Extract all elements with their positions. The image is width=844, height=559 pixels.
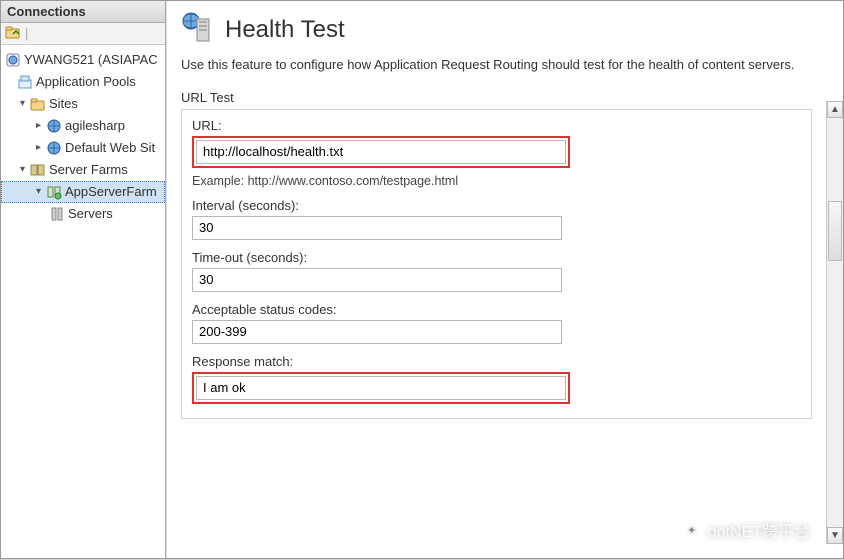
connections-title: Connections — [7, 4, 86, 19]
server-farm-icon — [30, 162, 46, 178]
expander-icon[interactable]: ▾ — [17, 99, 28, 110]
scroll-thumb[interactable] — [828, 201, 842, 261]
expander-icon[interactable]: ▸ — [33, 143, 44, 154]
status-codes-label: Acceptable status codes: — [192, 302, 801, 317]
tree-label: AppServerFarm — [65, 182, 157, 202]
status-codes-input[interactable] — [192, 320, 562, 344]
timeout-input[interactable] — [192, 268, 562, 292]
group-label-url-test: URL Test — [181, 90, 812, 105]
page-title: Health Test — [225, 16, 345, 44]
url-input[interactable] — [196, 140, 566, 164]
page-title-row: Health Test — [181, 11, 812, 48]
tree-label: Servers — [68, 204, 113, 224]
url-highlight — [192, 136, 570, 168]
app-window: Connections | YWANG521 (ASIAPAC Applicat… — [0, 0, 844, 559]
tree-label: Server Farms — [49, 160, 128, 180]
tree-label: Sites — [49, 94, 78, 114]
app-pools-icon — [17, 74, 33, 90]
expander-icon[interactable]: ▾ — [33, 187, 44, 198]
tree-node-servers[interactable]: Servers — [1, 203, 165, 225]
response-match-input[interactable] — [196, 376, 566, 400]
health-test-icon — [181, 11, 215, 48]
wechat-icon: ✦ — [682, 520, 702, 540]
expander-icon[interactable]: ▸ — [33, 121, 44, 132]
content-panel: Health Test Use this feature to configur… — [166, 1, 843, 558]
tree-label: YWANG521 (ASIAPAC — [24, 50, 158, 70]
response-highlight — [192, 372, 570, 404]
url-test-group: URL: Example: http://www.contoso.com/tes… — [181, 109, 812, 419]
response-match-label: Response match: — [192, 354, 801, 369]
page-description: Use this feature to configure how Applic… — [181, 56, 812, 74]
tree-node-site[interactable]: ▸ Default Web Sit — [1, 137, 165, 159]
tree-node-farm-selected[interactable]: ▾ AppServerFarm — [1, 181, 165, 203]
servers-icon — [49, 206, 65, 222]
globe-icon — [46, 118, 62, 134]
interval-label: Interval (seconds): — [192, 198, 801, 213]
connections-header: Connections — [1, 1, 165, 23]
server-icon — [5, 52, 21, 68]
folder-icon — [30, 96, 46, 112]
expander-icon[interactable]: ▾ — [17, 165, 28, 176]
folder-up-icon[interactable] — [5, 24, 21, 43]
url-example: Example: http://www.contoso.com/testpage… — [192, 174, 801, 188]
watermark-text: dotNET跨平台 — [708, 518, 810, 542]
tree-node-site[interactable]: ▸ agilesharp — [1, 115, 165, 137]
tree-node-app-pools[interactable]: Application Pools — [1, 71, 165, 93]
watermark: ✦ dotNET跨平台 — [682, 518, 810, 542]
connections-panel: Connections | YWANG521 (ASIAPAC Applicat… — [1, 1, 166, 558]
tree-label: agilesharp — [65, 116, 125, 136]
tree-node-root[interactable]: YWANG521 (ASIAPAC — [1, 49, 165, 71]
tree-node-server-farms[interactable]: ▾ Server Farms — [1, 159, 165, 181]
globe-icon — [46, 140, 62, 156]
toolbar-separator: | — [25, 26, 28, 41]
tree-label: Application Pools — [36, 72, 136, 92]
farm-icon — [46, 184, 62, 200]
scroll-down-button[interactable]: ▼ — [827, 527, 843, 544]
timeout-label: Time-out (seconds): — [192, 250, 801, 265]
vertical-scrollbar[interactable]: ▲ ▼ — [826, 101, 843, 544]
url-label: URL: — [192, 118, 801, 133]
connections-toolbar: | — [1, 23, 165, 45]
content-area: Health Test Use this feature to configur… — [167, 1, 826, 558]
tree-node-sites[interactable]: ▾ Sites — [1, 93, 165, 115]
tree-label: Default Web Sit — [65, 138, 155, 158]
scroll-up-button[interactable]: ▲ — [827, 101, 843, 118]
connections-tree: YWANG521 (ASIAPAC Application Pools ▾ Si… — [1, 45, 165, 229]
interval-input[interactable] — [192, 216, 562, 240]
